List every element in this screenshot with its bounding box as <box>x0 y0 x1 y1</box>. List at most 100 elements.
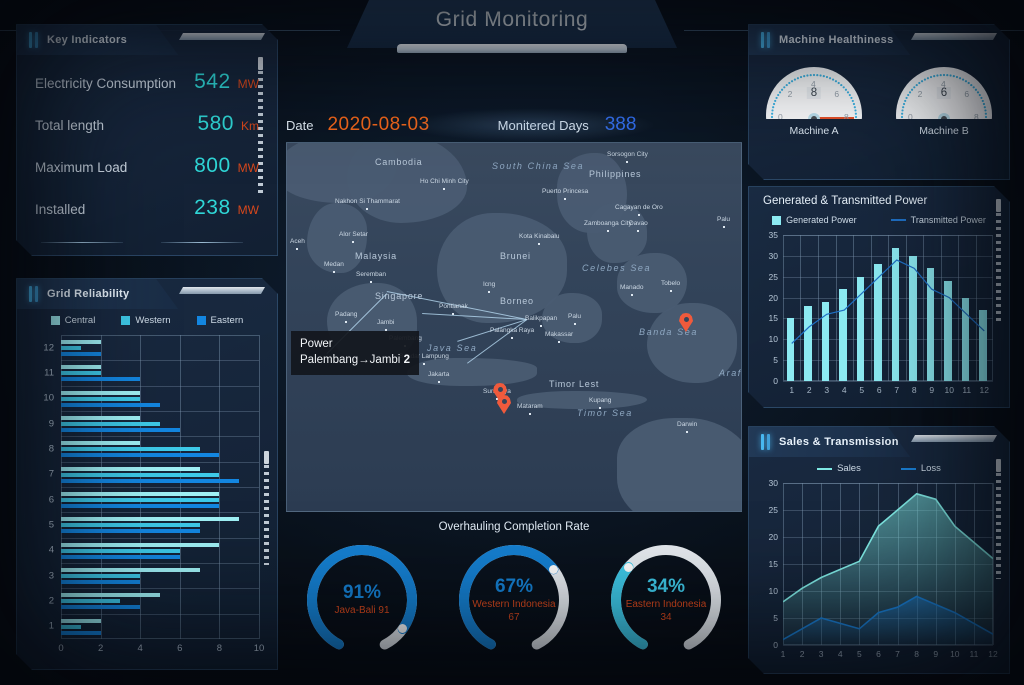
key-indicator-row: Total length 580 Km <box>17 103 259 145</box>
key-indicator-label: Electricity Consumption <box>35 76 177 91</box>
map-sea-label: Timor Sea <box>577 408 633 418</box>
legend-swatch <box>121 316 130 325</box>
bar <box>61 397 140 401</box>
map-city-label: Aceh <box>290 238 305 245</box>
key-indicator-value: 800 <box>194 154 231 177</box>
panel-dot-rail <box>996 213 1001 325</box>
grid-reliability-header: Grid Reliability <box>17 279 178 309</box>
y-axis-tick: 30 <box>768 250 778 261</box>
bar <box>61 631 101 635</box>
header-highlight-bar <box>179 287 265 294</box>
bar-group: 5 <box>61 512 259 537</box>
map-city-label: Sorsogon City <box>607 151 648 158</box>
map-sea-label: Celebes Sea <box>582 263 652 273</box>
panel-accent-bars-icon <box>29 286 38 302</box>
map-pin-icon[interactable] <box>679 313 693 332</box>
machine-healthiness-title: Machine Healthiness <box>779 34 894 46</box>
chart-gridline <box>61 386 259 387</box>
map-country-label: Borneo <box>500 296 534 306</box>
bar <box>61 441 140 445</box>
x-axis-tick: 9 <box>933 649 939 659</box>
bar <box>61 391 140 395</box>
legend-swatch <box>197 316 206 325</box>
machine-name: Machine A <box>789 125 839 137</box>
bar-group: 8 <box>61 436 259 461</box>
x-axis-tick: 6 <box>177 643 183 654</box>
chart-gridline <box>259 335 260 639</box>
x-axis-tick: 7 <box>894 385 900 395</box>
sales-loss-plot: 0 5 10 15 20 25 30 1 2 3 4 5 6 7 8 9 10 11 12 <box>783 483 993 645</box>
line-series <box>783 235 993 381</box>
machine-healthiness-panel: Machine Healthiness 0 2 4 6 8 8 Machine A02468… <box>748 24 1010 180</box>
bar-group-label: 4 <box>48 544 54 556</box>
title-underbar <box>397 44 627 53</box>
transmission-line <box>466 319 528 364</box>
gauge-face: 024686 <box>896 67 992 119</box>
bar <box>61 340 101 344</box>
bar-group-label: 2 <box>48 595 54 607</box>
map-city-label: Jakarta <box>428 371 450 378</box>
key-indicator-label: Total length <box>35 118 105 133</box>
map-country-label: Timor Lest <box>549 379 600 389</box>
bar-group-label: 1 <box>48 620 54 632</box>
chart-gridline <box>61 411 259 412</box>
overhaul-caption: Eastern Indonesia 34 <box>625 599 707 623</box>
map-country-label: Malaysia <box>355 251 397 261</box>
map-pin-icon[interactable] <box>497 395 511 414</box>
y-axis-tick: 15 <box>768 313 778 324</box>
chart-gridline <box>61 614 259 615</box>
legend-item: Eastern <box>197 315 244 326</box>
x-axis-tick: 11 <box>962 385 972 395</box>
bar <box>61 416 140 420</box>
map-city-label: Manado <box>620 284 644 291</box>
gauge-tick-label: 0 <box>778 112 783 119</box>
legend-label: Generated Power <box>786 215 857 225</box>
header-highlight-bar <box>911 33 997 40</box>
generated-power-title: Generated & Transmitted Power <box>763 195 928 207</box>
bar <box>61 568 200 572</box>
y-axis-tick: 35 <box>768 230 778 240</box>
bar <box>61 467 200 471</box>
map-panel[interactable]: South China Sea Java Sea Banda Sea Celebes … <box>286 142 742 512</box>
chart-gridline <box>61 588 259 589</box>
panel-accent-bars-icon <box>761 434 770 450</box>
bar <box>61 352 101 356</box>
legend-label: Sales <box>837 463 861 474</box>
bar-group-label: 7 <box>48 468 54 480</box>
panel-accent-bars-icon <box>29 32 38 48</box>
gauge-tick-label: 8 <box>844 112 849 119</box>
map-tooltip: Power Palembang→Jambi 2 <box>291 331 419 376</box>
bar-group: 4 <box>61 538 259 563</box>
sales-loss-title: Sales & Transmission Loss <box>779 436 929 448</box>
key-indicator-unit: Km <box>241 119 259 133</box>
machine-gauge-row: 0 2 4 6 8 8 Machine A 0 2 4 6 8 6 Machine B <box>749 67 1009 137</box>
key-indicators-list: Electricity Consumption 542 MW Total length… <box>17 61 259 229</box>
map-country-label: Singapore <box>375 291 424 301</box>
chart-gridline <box>61 462 259 463</box>
bar <box>61 428 180 432</box>
map-city-label: Tobelo <box>661 280 681 287</box>
map-city-label: Ho Chi Minh City <box>420 178 469 185</box>
map-city-label: Alor Setar <box>339 231 368 238</box>
bar-group-label: 6 <box>48 494 54 506</box>
bar <box>61 492 219 496</box>
generated-transmitted-power-panel: Generated & Transmitted Power Generated … <box>748 186 1010 408</box>
map-tooltip-value: 2 <box>403 353 410 366</box>
legend-label: Central <box>64 315 96 326</box>
y-axis-tick: 0 <box>773 640 778 650</box>
y-axis-tick: 30 <box>768 478 778 488</box>
x-axis-tick: 8 <box>216 643 223 654</box>
map-landmass <box>587 203 647 263</box>
x-axis-tick: 8 <box>911 385 917 395</box>
legend-item: Central <box>51 315 96 326</box>
header-highlight-bar <box>179 33 265 40</box>
key-indicator-value: 580 <box>197 112 234 135</box>
legend-label: Western <box>135 315 171 326</box>
bar-group-label: 10 <box>43 392 54 404</box>
x-axis-tick: 8 <box>914 649 919 659</box>
chart-gridline <box>783 381 993 382</box>
map-city-label: Jambi <box>377 319 395 326</box>
key-indicator-row: Electricity Consumption 542 MW <box>17 61 259 103</box>
machine-name: Machine B <box>919 125 969 137</box>
bar-group: 3 <box>61 563 259 588</box>
